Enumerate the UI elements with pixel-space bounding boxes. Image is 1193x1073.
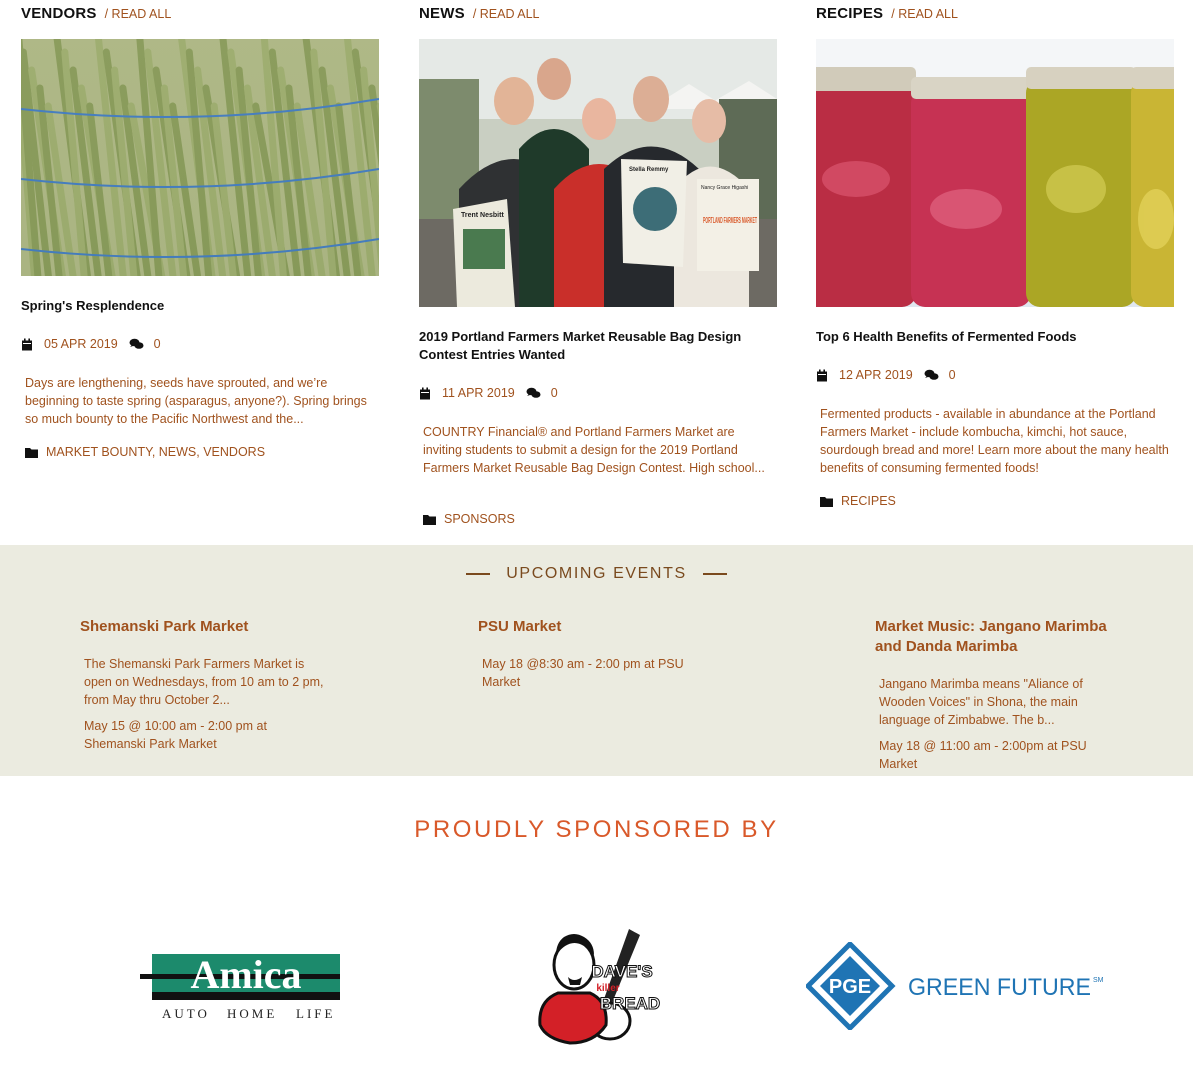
vendors-header: VENDORS / READ ALL: [21, 0, 379, 30]
recipes-header: RECIPES / READ ALL: [816, 0, 1174, 30]
read-all-link[interactable]: / READ ALL: [105, 7, 172, 21]
post-excerpt: Fermented products - available in abunda…: [820, 407, 1169, 475]
post-meta: 11 APR 2019 0: [419, 386, 558, 400]
events-title: UPCOMING EVENTS: [506, 565, 687, 582]
amica-logo[interactable]: Amica Auto Home Life: [138, 952, 342, 1024]
comment-count[interactable]: 0: [154, 337, 161, 351]
post-title[interactable]: Top 6 Health Benefits of Fermented Foods: [816, 328, 1174, 346]
pge-mark-text: PGE: [829, 976, 871, 998]
comments-icon: [129, 338, 144, 349]
sponsors-heading: PROUDLY SPONSORED BY: [414, 816, 779, 843]
post-categories: SPONSORS: [419, 512, 515, 526]
category-link[interactable]: MARKET BOUNTY: [46, 445, 152, 459]
news-header: NEWS / READ ALL: [419, 0, 777, 30]
folder-icon: [25, 447, 38, 458]
fermented-jars-image[interactable]: [816, 39, 1174, 307]
amica-wordmark: Amica: [190, 952, 301, 997]
comments-icon: [924, 369, 939, 380]
post-excerpt: Days are lengthening, seeds have sproute…: [25, 376, 367, 426]
daves-wordmark: DAVE'S: [591, 962, 652, 981]
comment-count[interactable]: 0: [551, 386, 558, 400]
post-date: 05 APR 2019: [44, 337, 118, 351]
post-excerpt: COUNTRY Financial® and Portland Farmers …: [423, 425, 765, 475]
calendar-icon: [817, 369, 827, 381]
news-column: NEWS / READ ALL Trent Nesbitt Stella Rem…: [419, 0, 777, 526]
amica-tagline-auto: Auto: [162, 1006, 210, 1021]
daves-bread-text: BREAD: [600, 994, 660, 1013]
sign-name-2: Stella Remmy: [629, 167, 669, 173]
event-when: May 15 @ 10:00 am - 2:00 pm at Shemanski…: [84, 719, 267, 751]
calendar-icon: [22, 338, 32, 350]
post-title[interactable]: 2019 Portland Farmers Market Reusable Ba…: [419, 328, 749, 364]
asparagus-image[interactable]: [21, 39, 379, 276]
amica-tagline-home: Home: [227, 1006, 277, 1021]
event-item: Market Music: Jangano Marimba and Danda …: [875, 617, 1120, 773]
event-description: Jangano Marimba means "Aliance of Wooden…: [879, 677, 1083, 727]
vendors-column: VENDORS / READ ALL Spring's Resplendence…: [21, 0, 379, 459]
event-item: PSU Market May 18 @8:30 am - 2:00 pm at …: [478, 617, 723, 691]
heading-rule: [702, 573, 727, 575]
event-title[interactable]: Market Music: Jangano Marimba and Danda …: [875, 617, 1115, 657]
event-when: May 18 @8:30 am - 2:00 pm at PSU Market: [482, 657, 684, 689]
green-future-text: GREEN FUTURE: [908, 974, 1091, 1001]
recipes-column: RECIPES / READ ALL Top 6 Health Benefits…: [816, 0, 1174, 508]
folder-icon: [820, 496, 833, 507]
comments-icon: [526, 387, 541, 398]
event-description: The Shemanski Park Farmers Market is ope…: [84, 657, 324, 707]
comment-count[interactable]: 0: [949, 368, 956, 382]
service-mark: SM: [1093, 977, 1104, 984]
daves-killer-text: killer: [596, 983, 619, 994]
category-link[interactable]: VENDORS: [203, 445, 265, 459]
calendar-icon: [420, 387, 430, 399]
pge-green-future-logo[interactable]: PGE GREEN FUTURE SM: [806, 942, 1106, 1030]
event-item: Shemanski Park Market The Shemanski Park…: [80, 617, 325, 753]
post-date: 11 APR 2019: [442, 386, 515, 400]
daves-killer-bread-logo[interactable]: DAVE'S killer BREAD: [534, 925, 660, 1047]
section-heading: RECIPES: [816, 5, 884, 22]
section-heading: VENDORS: [21, 5, 97, 22]
post-meta: 05 APR 2019 0: [21, 337, 161, 351]
section-heading: NEWS: [419, 5, 465, 22]
sign-name-1: Trent Nesbitt: [461, 212, 504, 219]
upcoming-events-section: UPCOMING EVENTS Shemanski Park Market Th…: [0, 545, 1193, 776]
post-title[interactable]: Spring's Resplendence: [21, 297, 379, 315]
category-link[interactable]: SPONSORS: [444, 512, 515, 526]
post-meta: 12 APR 2019 0: [816, 368, 956, 382]
amica-tagline-life: Life: [296, 1006, 335, 1021]
sign-name-3: Nancy Grace Higashi: [701, 185, 748, 191]
category-link[interactable]: NEWS: [159, 445, 197, 459]
folder-icon: [423, 514, 436, 525]
post-date: 12 APR 2019: [839, 368, 913, 382]
read-all-link[interactable]: / READ ALL: [891, 7, 958, 21]
event-when: May 18 @ 11:00 am - 2:00pm at PSU Market: [879, 739, 1087, 771]
events-heading: UPCOMING EVENTS: [0, 565, 1193, 583]
heading-rule: [466, 573, 491, 575]
sign-farmers-market: PORTLAND FARMERS MARKET: [703, 216, 757, 225]
post-categories: RECIPES: [816, 494, 896, 508]
contest-winners-photo[interactable]: Trent Nesbitt Stella Remmy Nancy Grace H…: [419, 39, 777, 307]
post-categories: MARKET BOUNTY, NEWS, VENDORS: [21, 445, 265, 459]
event-title[interactable]: Shemanski Park Market: [80, 617, 325, 637]
category-link[interactable]: RECIPES: [841, 494, 896, 508]
event-title[interactable]: PSU Market: [478, 617, 723, 637]
read-all-link[interactable]: / READ ALL: [473, 7, 540, 21]
